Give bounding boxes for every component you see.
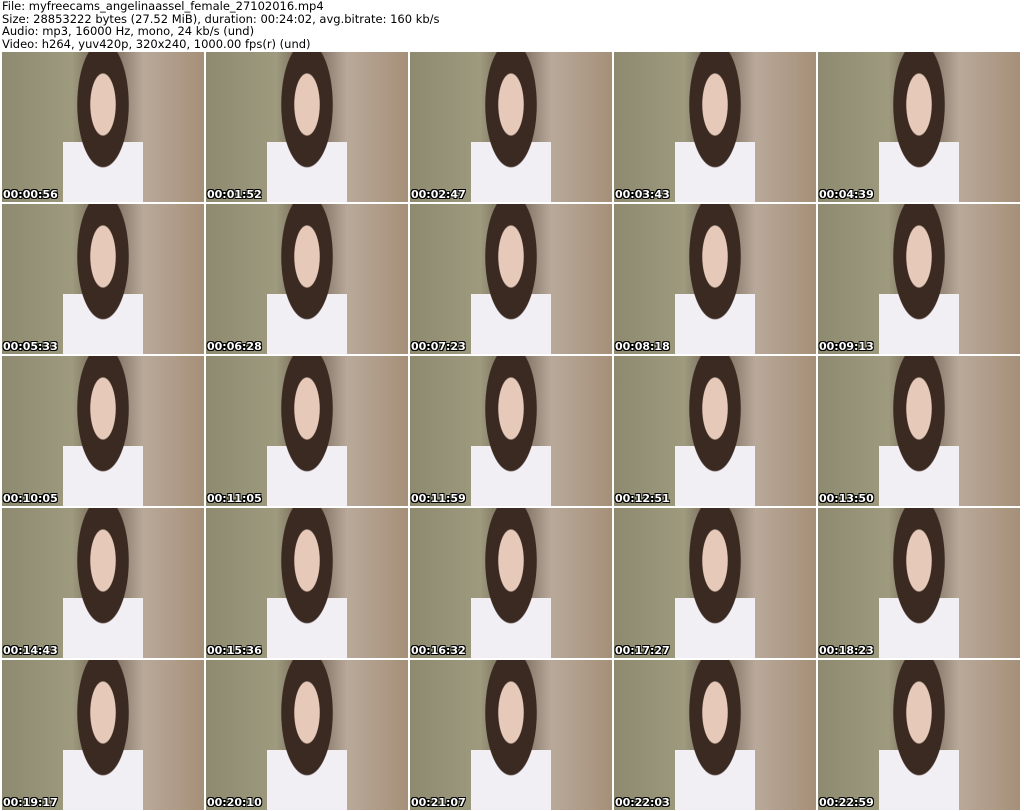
audio-info: Audio: mp3, 16000 Hz, mono, 24 kb/s (und… [2,24,255,38]
frame-image [266,356,348,506]
timestamp: 00:02:47 [411,188,466,201]
timestamp: 00:11:59 [411,492,466,505]
video-thumbnail: 00:11:59 [410,356,612,506]
file-name: File: myfreecams_angelinaassel_female_27… [2,0,324,13]
frame-image [470,356,552,506]
video-thumbnail: 00:15:36 [206,508,408,658]
video-thumbnail: 00:11:05 [206,356,408,506]
video-thumbnail: 00:19:17 [2,660,204,810]
timestamp: 00:06:28 [207,340,262,353]
video-thumbnail: 00:02:47 [410,52,612,202]
thumbnail-grid: 00:00:56 00:01:52 00:02:47 00:03:43 00:04:39… [2,52,1020,810]
timestamp: 00:12:51 [615,492,670,505]
frame-image [470,52,552,202]
video-thumbnail: 00:01:52 [206,52,408,202]
frame-image [470,508,552,658]
video-thumbnail: 00:14:43 [2,508,204,658]
timestamp: 00:08:18 [615,340,670,353]
video-thumbnail: 00:00:56 [2,52,204,202]
frame-image [266,660,348,810]
timestamp: 00:04:39 [819,188,874,201]
video-thumbnail: 00:22:03 [614,660,816,810]
timestamp: 00:21:07 [411,796,466,809]
video-thumbnail: 00:16:32 [410,508,612,658]
video-thumbnail: 00:18:23 [818,508,1020,658]
timestamp: 00:15:36 [207,644,262,657]
timestamp: 00:05:33 [3,340,58,353]
frame-image [62,356,144,506]
frame-image [878,204,960,354]
frame-image [266,508,348,658]
video-thumbnail: 00:08:18 [614,204,816,354]
frame-image [62,204,144,354]
video-thumbnail: 00:20:10 [206,660,408,810]
timestamp: 00:16:32 [411,644,466,657]
video-thumbnail: 00:05:33 [2,204,204,354]
video-thumbnail: 00:13:50 [818,356,1020,506]
frame-image [674,204,756,354]
frame-image [266,204,348,354]
video-thumbnail: 00:04:39 [818,52,1020,202]
frame-image [878,52,960,202]
timestamp: 00:20:10 [207,796,262,809]
video-thumbnail: 00:03:43 [614,52,816,202]
timestamp: 00:03:43 [615,188,670,201]
frame-image [62,660,144,810]
video-info: Video: h264, yuv420p, 320x240, 1000.00 f… [2,36,311,51]
timestamp: 00:17:27 [615,644,670,657]
timestamp: 00:19:17 [3,796,58,809]
timestamp: 00:13:50 [819,492,874,505]
timestamp: 00:01:52 [207,188,262,201]
timestamp: 00:00:56 [3,188,58,201]
video-thumbnail: 00:10:05 [2,356,204,506]
frame-image [878,356,960,506]
timestamp: 00:18:23 [819,644,874,657]
frame-image [266,52,348,202]
video-thumbnail: 00:12:51 [614,356,816,506]
frame-image [470,204,552,354]
frame-image [674,52,756,202]
frame-image [62,508,144,658]
timestamp: 00:10:05 [3,492,58,505]
timestamp: 00:22:59 [819,796,874,809]
timestamp: 00:11:05 [207,492,262,505]
frame-image [62,52,144,202]
file-info-header: File: myfreecams_angelinaassel_female_27… [2,0,440,50]
frame-image [674,660,756,810]
video-thumbnail: 00:06:28 [206,204,408,354]
video-thumbnail: 00:21:07 [410,660,612,810]
timestamp: 00:07:23 [411,340,466,353]
video-thumbnail: 00:17:27 [614,508,816,658]
frame-image [470,660,552,810]
frame-image [674,508,756,658]
video-thumbnail: 00:09:13 [818,204,1020,354]
timestamp: 00:14:43 [3,644,58,657]
frame-image [878,508,960,658]
frame-image [878,660,960,810]
timestamp: 00:22:03 [615,796,670,809]
video-thumbnail: 00:22:59 [818,660,1020,810]
frame-image [674,356,756,506]
video-thumbnail: 00:07:23 [410,204,612,354]
timestamp: 00:09:13 [819,340,874,353]
